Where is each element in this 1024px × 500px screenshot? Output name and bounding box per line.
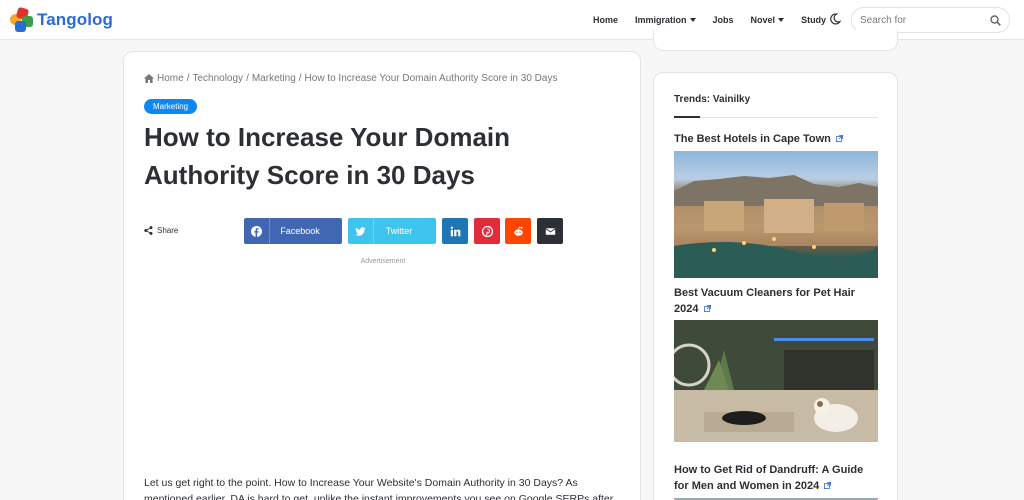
dark-mode-toggle-icon[interactable] <box>829 13 841 25</box>
share-icon <box>144 226 153 235</box>
advertisement-label: Advertisement <box>360 258 406 265</box>
breadcrumb-marketing[interactable]: Marketing <box>252 73 296 84</box>
site-logo[interactable]: Tangolog <box>10 6 113 32</box>
pinterest-icon <box>481 225 493 237</box>
breadcrumb-technology[interactable]: Technology <box>192 73 243 84</box>
breadcrumb-current: How to Increase Your Domain Authority Sc… <box>304 73 558 84</box>
logo-text[interactable]: Tangolog <box>37 10 113 30</box>
sidebar-post-link[interactable]: How to Get Rid of Dandruff: A Guide for … <box>674 462 879 494</box>
external-link-icon <box>703 305 711 312</box>
trends-widget: Trends: Vainilky The Best Hotels in Cape… <box>653 72 898 500</box>
breadcrumb-separator: / <box>246 73 249 84</box>
search-icon[interactable] <box>990 15 1001 26</box>
search-input[interactable] <box>860 13 985 28</box>
cape-town-hotel-image[interactable] <box>674 151 878 278</box>
article-card: Home / Technology / Marketing / How to I… <box>123 51 641 500</box>
home-icon <box>144 74 154 83</box>
chevron-down-icon <box>778 18 785 22</box>
nav-item-label: Immigration <box>635 15 687 25</box>
post-title: How to Increase Your Domain Authority Sc… <box>144 122 511 190</box>
sidebar-post-link[interactable]: The Best Hotels in Cape Town <box>674 131 879 147</box>
share-twitter-label: Twitter <box>385 226 413 236</box>
widget-divider-accent <box>674 116 700 118</box>
breadcrumb: Home / Technology / Marketing / How to I… <box>144 73 557 84</box>
article-body: Let us get right to the point. How to In… <box>144 477 614 500</box>
email-icon <box>545 227 555 235</box>
sidebar-post-title: The Best Hotels in Cape Town <box>674 133 831 145</box>
external-link-icon <box>835 135 843 142</box>
external-link-icon <box>824 482 832 489</box>
chevron-down-icon <box>689 18 696 22</box>
nav-item-immigration[interactable]: Immigration <box>635 15 696 25</box>
linkedin-icon <box>450 226 460 236</box>
sidebar-post-link[interactable]: Best Vacuum Cleaners for Pet Hair 2024 <box>674 285 879 317</box>
twitter-icon <box>348 218 374 244</box>
vacuum-cleaner-dog-image[interactable] <box>674 320 878 442</box>
breadcrumb-separator: / <box>186 73 190 84</box>
widget-divider <box>674 117 878 118</box>
widget-title: Trends: Vainilky <box>674 94 751 105</box>
share-email-button[interactable] <box>537 218 563 244</box>
facebook-icon <box>244 218 270 244</box>
nav-item-novel[interactable]: Novel <box>751 15 785 25</box>
logo-mark-icon <box>10 6 34 32</box>
nav-item-jobs[interactable]: Jobs <box>713 15 734 25</box>
share-facebook-label: Facebook <box>280 226 320 236</box>
share-twitter-button[interactable]: Twitter <box>348 218 436 244</box>
breadcrumb-home[interactable]: Home <box>157 73 184 84</box>
reddit-icon <box>513 226 523 236</box>
share-pinterest-button[interactable] <box>474 218 500 244</box>
sidebar-widget-top <box>653 30 898 51</box>
category-badge[interactable]: Marketing <box>144 99 198 114</box>
nav-item-home[interactable]: Home <box>593 15 618 25</box>
share-label-text: Share <box>157 226 179 235</box>
share-reddit-button[interactable] <box>505 218 531 244</box>
sidebar-post-title: How to Get Rid of Dandruff: A Guide for … <box>674 464 864 492</box>
share-label: Share <box>144 226 178 235</box>
breadcrumb-separator: / <box>298 73 302 84</box>
vacuum-dog-scene <box>674 320 878 442</box>
share-linkedin-button[interactable] <box>442 218 468 244</box>
cape-town-scene <box>674 175 878 278</box>
share-facebook-button[interactable]: Facebook <box>244 218 342 244</box>
nav-item-label: Novel <box>750 15 776 25</box>
nav-item-study[interactable]: Study <box>801 15 826 25</box>
sidebar-post-title: Best Vacuum Cleaners for Pet Hair 2024 <box>674 287 855 315</box>
